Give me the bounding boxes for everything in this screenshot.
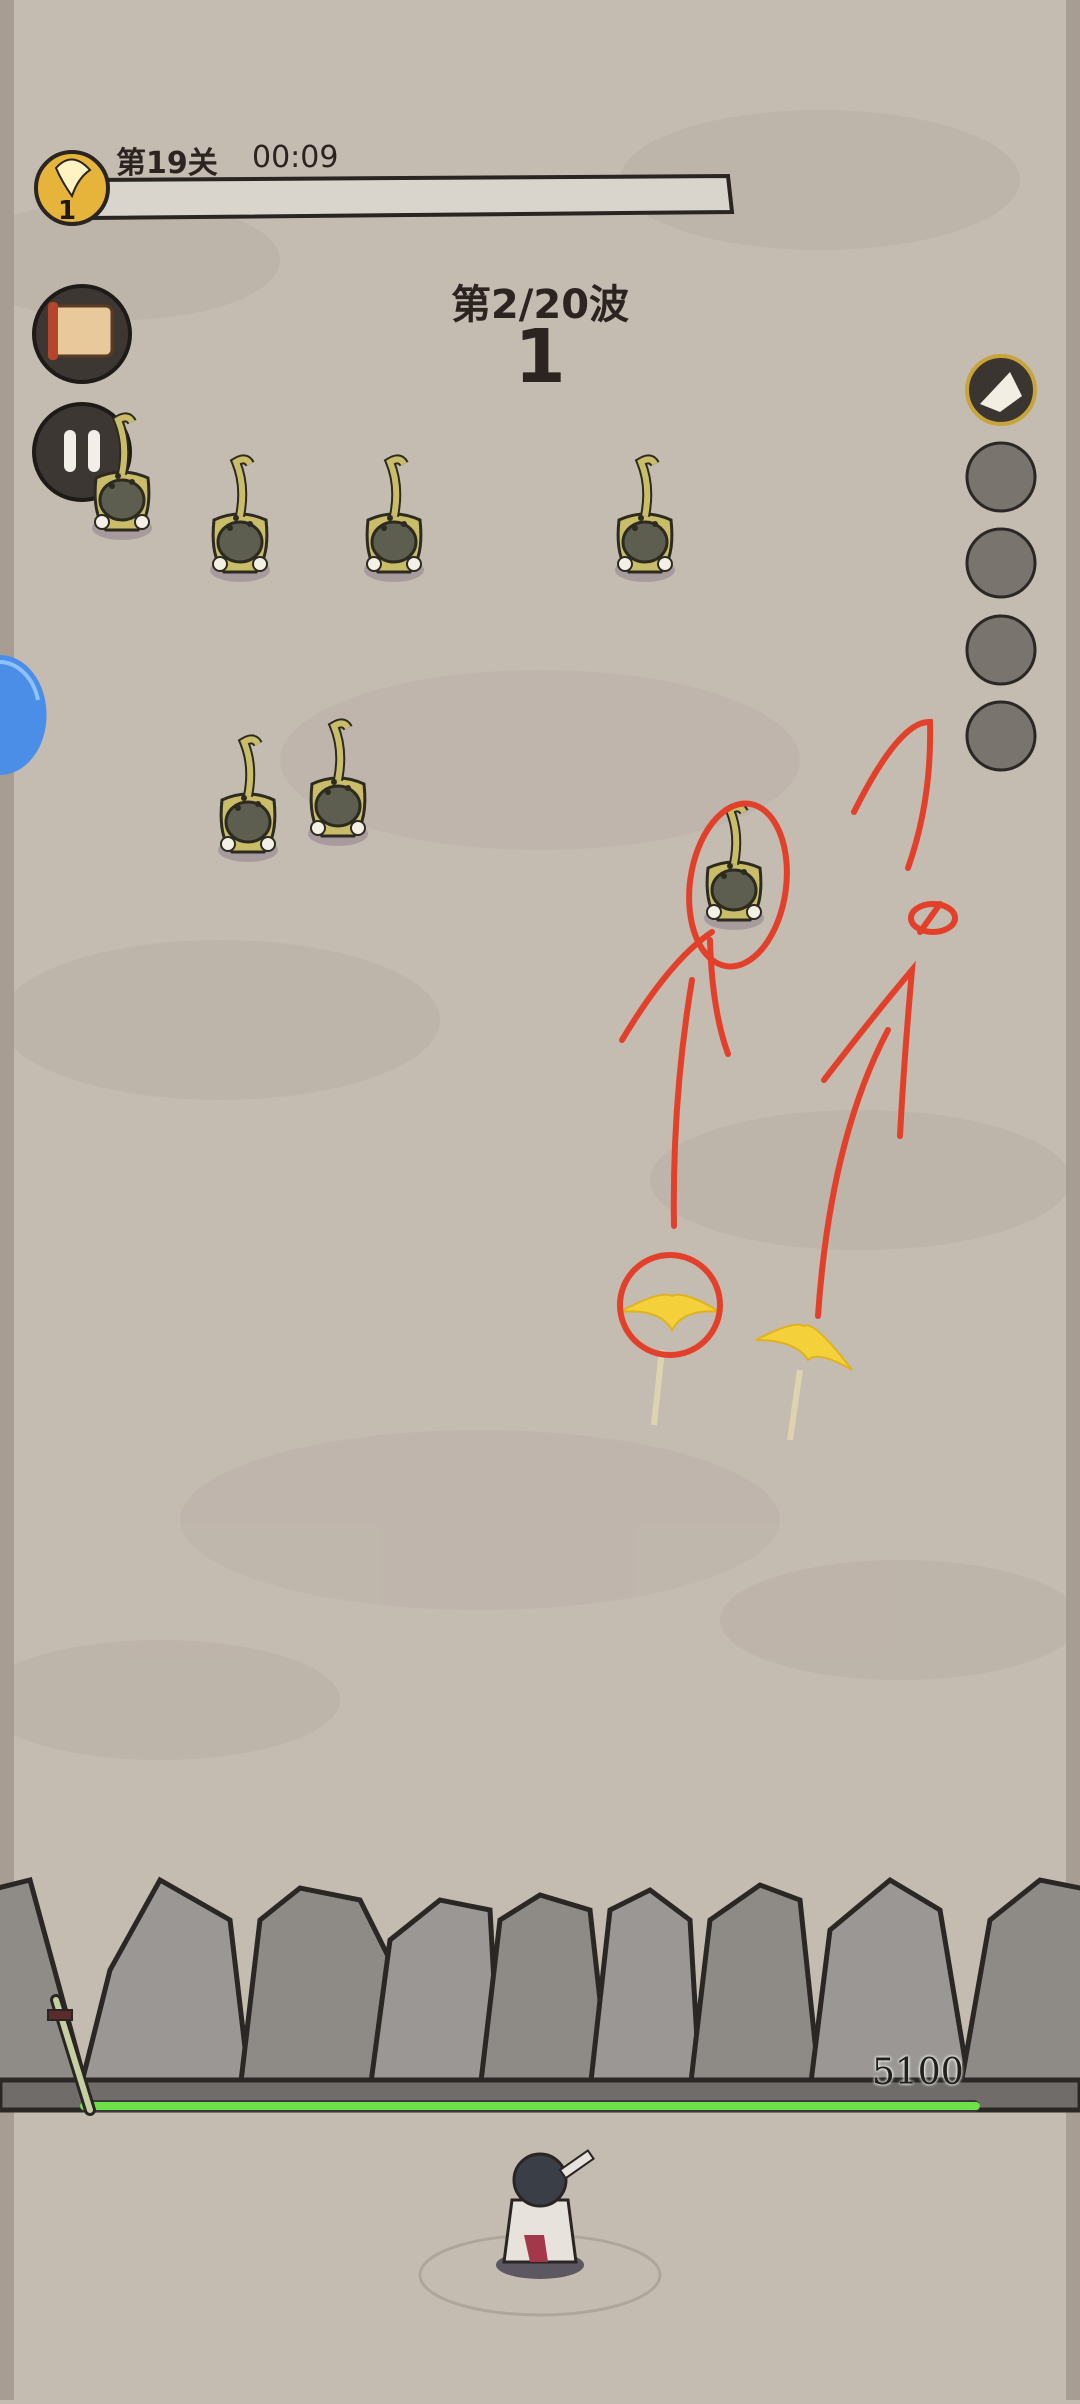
skill-slot-empty[interactable] <box>965 527 1037 599</box>
player-level-number: 1 <box>58 196 77 226</box>
enemy-leopard-cat <box>364 459 424 582</box>
projectile-golden-bird <box>755 1323 853 1441</box>
enemy-leopard-cat <box>615 459 675 582</box>
skill-slot-empty[interactable] <box>965 614 1037 686</box>
wave-count: 1 <box>514 314 566 400</box>
level-progress-bar <box>87 173 735 221</box>
skill-slot-empty[interactable] <box>965 700 1037 772</box>
wall-hp-value: 5100 <box>872 2052 964 2093</box>
player-hero <box>418 2149 662 2317</box>
enemy-leopard-cat <box>218 739 278 862</box>
skill-slots <box>965 354 1037 772</box>
level-label: 第19关 <box>116 146 218 181</box>
projectile-golden-bird <box>619 1293 721 1426</box>
skill-slot-empty[interactable] <box>965 441 1037 513</box>
enemy-leopard-cat <box>210 459 270 582</box>
wall-hp-bar-fill <box>80 2102 980 2110</box>
level-timer: 00:09 <box>252 140 339 175</box>
